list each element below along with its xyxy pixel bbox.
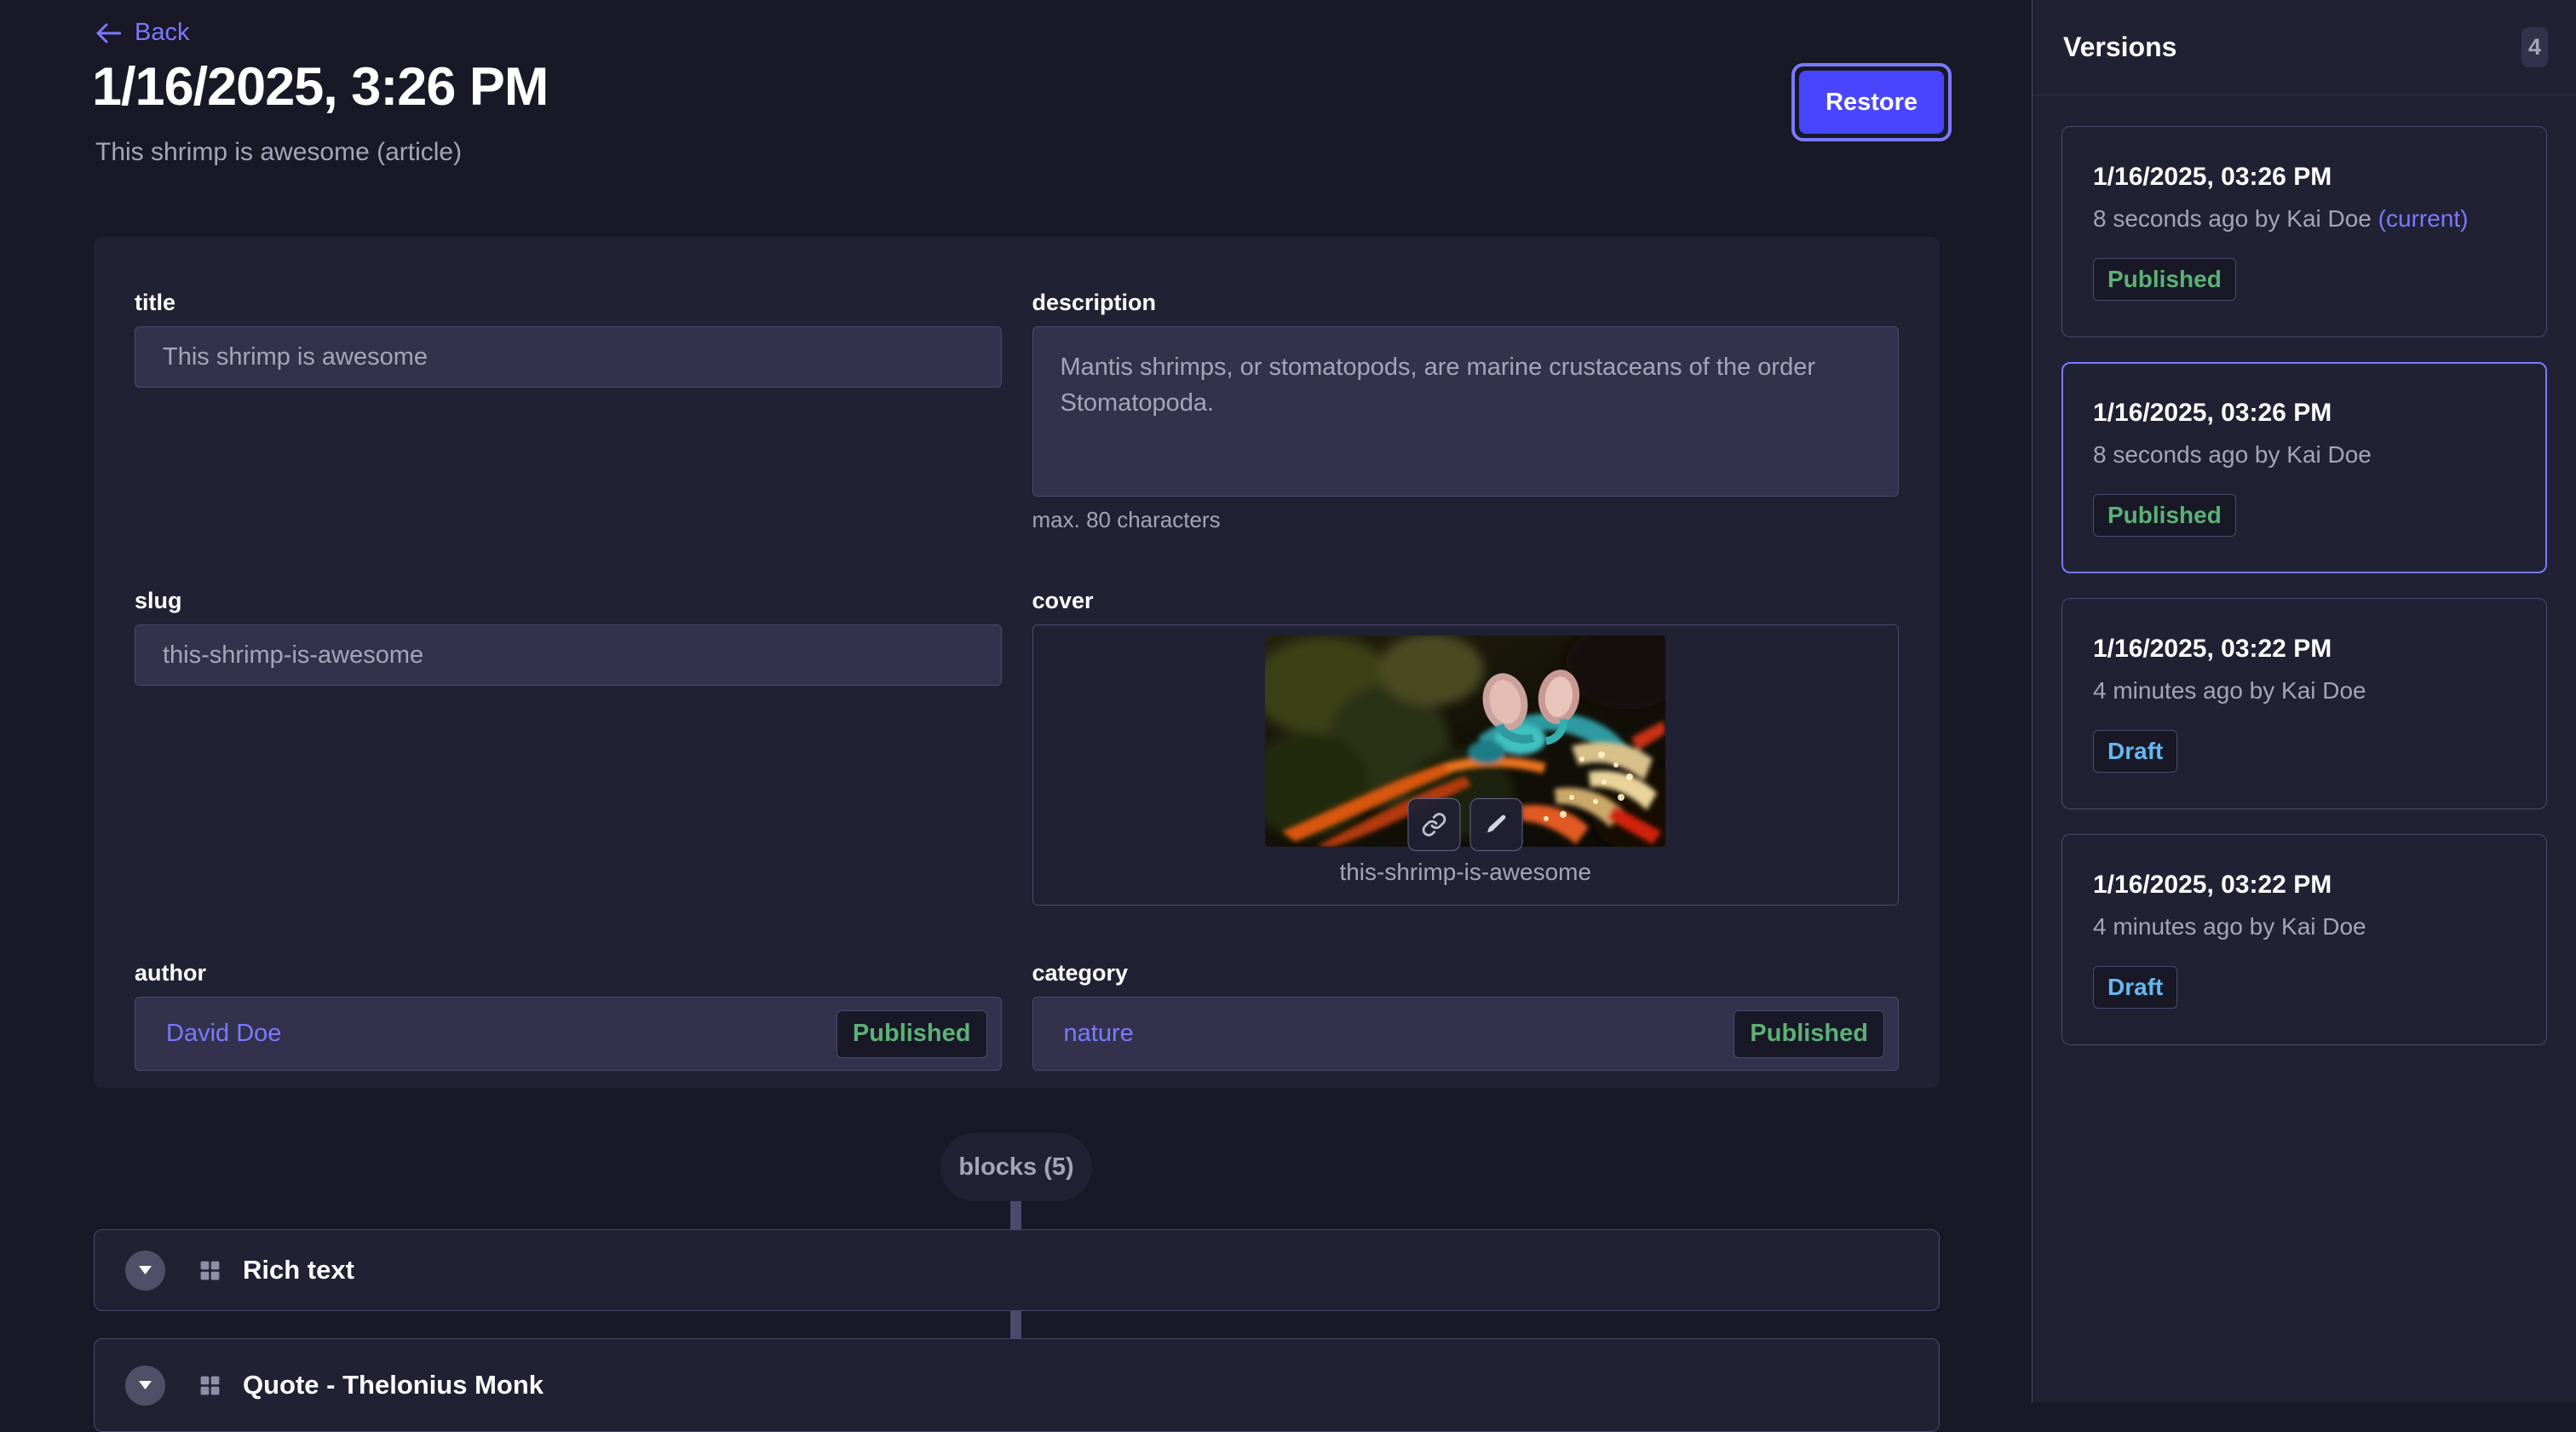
block-item-quote[interactable]: Quote - Thelonius Monk — [94, 1338, 1940, 1432]
blocks-count-pill: blocks (5) — [940, 1133, 1092, 1201]
versions-sidebar: Versions 4 1/16/2025, 03:26 PM 8 seconds… — [2032, 0, 2576, 1402]
version-date: 1/16/2025, 03:26 PM — [2093, 163, 2516, 192]
author-relation-row: David Doe Published — [135, 997, 1002, 1071]
field-cover-label: cover — [1032, 588, 1900, 614]
author-status-badge: Published — [837, 1010, 987, 1058]
category-relation-link[interactable]: nature — [1064, 1020, 1134, 1048]
version-status-badge: Draft — [2093, 730, 2177, 773]
blocks-connector-line — [1010, 1201, 1021, 1230]
versions-title: Versions — [2063, 32, 2176, 63]
version-card-selected[interactable]: 1/16/2025, 03:26 PM 8 seconds ago by Kai… — [2061, 362, 2547, 573]
field-title: title This shrimp is awesome — [135, 290, 1002, 388]
title-input[interactable]: This shrimp is awesome — [135, 326, 1002, 388]
version-date: 1/16/2025, 03:22 PM — [2093, 635, 2516, 664]
slug-input[interactable]: this-shrimp-is-awesome — [135, 624, 1002, 686]
restore-button-focus-ring: Restore — [1791, 63, 1952, 141]
cover-image-actions — [1408, 798, 1523, 851]
edit-media-button[interactable] — [1470, 798, 1523, 851]
main-content: Back 1/16/2025, 3:26 PM This shrimp is a… — [0, 0, 2032, 1402]
version-status-badge: Draft — [2093, 966, 2177, 1009]
version-status-badge: Published — [2093, 258, 2236, 301]
component-grid-icon — [198, 1258, 222, 1283]
caret-down-icon — [139, 1381, 152, 1389]
version-card[interactable]: 1/16/2025, 03:26 PM 8 seconds ago by Kai… — [2061, 126, 2547, 337]
description-hint: max. 80 characters — [1032, 507, 1900, 533]
pencil-icon — [1485, 813, 1509, 837]
cover-caption: this-shrimp-is-awesome — [1033, 859, 1899, 886]
version-card[interactable]: 1/16/2025, 03:22 PM 4 minutes ago by Kai… — [2061, 598, 2547, 809]
version-status-badge: Published — [2093, 494, 2236, 537]
version-meta: 8 seconds ago by Kai Doe (current) — [2093, 205, 2516, 233]
field-description: description Mantis shrimps, or stomatopo… — [1032, 290, 1900, 533]
copy-link-button[interactable] — [1408, 798, 1461, 851]
link-icon — [1422, 812, 1447, 837]
caret-down-icon — [139, 1266, 152, 1274]
version-meta: 4 minutes ago by Kai Doe — [2093, 913, 2516, 940]
field-cover: cover — [1032, 588, 1900, 906]
component-grid-icon — [198, 1373, 222, 1398]
restore-button[interactable]: Restore — [1799, 71, 1944, 134]
version-meta: 4 minutes ago by Kai Doe — [2093, 677, 2516, 704]
version-meta: 8 seconds ago by Kai Doe — [2093, 441, 2516, 469]
field-slug: slug this-shrimp-is-awesome — [135, 588, 1002, 686]
field-category: category nature Published — [1032, 960, 1900, 1071]
field-slug-label: slug — [135, 588, 1002, 614]
description-textarea[interactable]: Mantis shrimps, or stomatopods, are mari… — [1032, 326, 1900, 497]
block-label: Quote - Thelonius Monk — [243, 1370, 543, 1400]
versions-header: Versions 4 — [2033, 0, 2576, 95]
field-author-label: author — [135, 960, 1002, 986]
field-description-label: description — [1032, 290, 1900, 316]
field-category-label: category — [1032, 960, 1900, 986]
expand-block-button[interactable] — [125, 1366, 165, 1406]
version-date: 1/16/2025, 03:22 PM — [2093, 871, 2516, 900]
category-relation-row: nature Published — [1032, 997, 1900, 1071]
versions-count-badge: 4 — [2521, 27, 2548, 67]
version-card[interactable]: 1/16/2025, 03:22 PM 4 minutes ago by Kai… — [2061, 834, 2547, 1045]
category-status-badge: Published — [1734, 1010, 1884, 1058]
back-label: Back — [135, 19, 189, 47]
field-author: author David Doe Published — [135, 960, 1002, 1071]
version-date: 1/16/2025, 03:26 PM — [2093, 399, 2516, 428]
version-list: 1/16/2025, 03:26 PM 8 seconds ago by Kai… — [2033, 95, 2576, 1076]
cover-media-box: this-shrimp-is-awesome — [1032, 624, 1900, 906]
current-version-tag: (current) — [2378, 205, 2469, 232]
back-link[interactable]: Back — [95, 19, 189, 47]
field-title-label: title — [135, 290, 1002, 316]
author-relation-link[interactable]: David Doe — [166, 1020, 281, 1048]
page-subtitle: This shrimp is awesome (article) — [95, 138, 462, 167]
block-label: Rich text — [243, 1255, 354, 1285]
block-item-rich-text[interactable]: Rich text — [94, 1229, 1940, 1311]
version-preview-card: title This shrimp is awesome description… — [94, 237, 1940, 1088]
page-title: 1/16/2025, 3:26 PM — [92, 56, 548, 118]
blocks-connector-line — [1010, 1309, 1021, 1338]
expand-block-button[interactable] — [125, 1251, 165, 1291]
back-arrow-icon — [95, 22, 121, 44]
